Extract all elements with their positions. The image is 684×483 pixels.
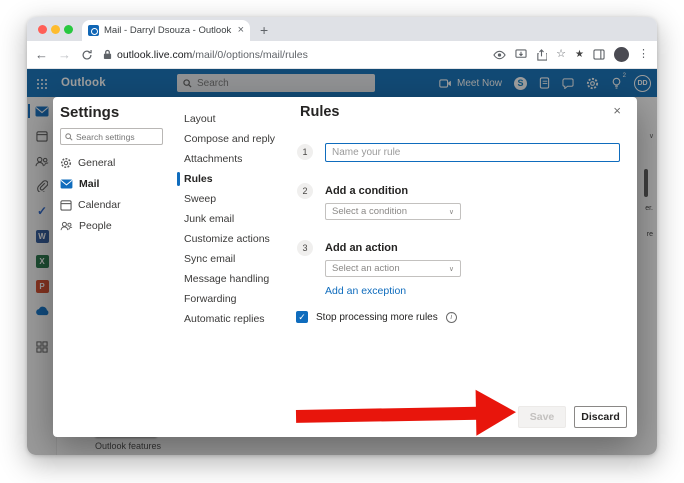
url-domain: outlook.live.com <box>117 49 192 61</box>
tab-close-icon[interactable]: × <box>238 25 244 36</box>
mail-nav-customize[interactable]: Customize actions <box>177 229 282 249</box>
rules-panel-title: Rules <box>300 104 340 120</box>
settings-dialog: × Settings General Mail <box>53 97 637 437</box>
address-bar[interactable]: outlook.live.com/mail/0/options/mail/rul… <box>103 49 483 61</box>
step-2-badge: 2 <box>297 183 313 199</box>
stop-processing-checkbox[interactable]: ✓ <box>296 311 308 323</box>
step-1-badge: 1 <box>297 144 313 160</box>
condition-select[interactable]: Select a condition ∨ <box>325 203 461 220</box>
forward-button[interactable]: → <box>58 48 71 61</box>
browser-window: Mail - Darryl Dsouza - Outlook × + ← → o… <box>27 17 657 455</box>
eye-icon[interactable] <box>493 50 506 60</box>
mail-settings-nav: Layout Compose and reply Attachments Rul… <box>177 109 282 329</box>
mail-nav-sweep[interactable]: Sweep <box>177 189 282 209</box>
tab-title: Mail - Darryl Dsouza - Outlook <box>104 25 233 36</box>
search-icon <box>65 133 73 141</box>
discard-button[interactable]: Discard <box>574 406 627 428</box>
macos-zoom-button[interactable] <box>64 25 73 34</box>
condition-label: Add a condition <box>325 185 408 197</box>
add-exception-link[interactable]: Add an exception <box>325 285 406 297</box>
mail-nav-forwarding[interactable]: Forwarding <box>177 289 282 309</box>
annotation-arrow-shaft <box>296 407 478 423</box>
settings-nav-general[interactable]: General <box>60 152 165 173</box>
settings-nav-mail[interactable]: Mail <box>60 173 165 194</box>
mail-nav-sync[interactable]: Sync email <box>177 249 282 269</box>
calendar-icon <box>60 199 72 211</box>
bookmark-star-icon[interactable]: ☆ <box>556 49 566 60</box>
mail-nav-compose[interactable]: Compose and reply <box>177 129 282 149</box>
reload-button[interactable] <box>81 49 93 61</box>
settings-title: Settings <box>60 104 119 121</box>
settings-search-box[interactable] <box>60 128 163 145</box>
mail-nav-auto-replies[interactable]: Automatic replies <box>177 309 282 329</box>
annotation-arrow <box>296 389 519 439</box>
browser-toolbar: ← → outlook.live.com/mail/0/options/mail… <box>27 41 657 69</box>
action-select[interactable]: Select an action ∨ <box>325 260 461 277</box>
stop-processing-row: ✓ Stop processing more rules i <box>296 311 457 323</box>
save-button[interactable]: Save <box>518 406 566 428</box>
chevron-down-icon: ∨ <box>449 265 454 273</box>
https-lock-icon <box>103 49 112 60</box>
toolbar-actions: ☆ ★ ⋮ <box>493 47 649 62</box>
mail-nav-junk[interactable]: Junk email <box>177 209 282 229</box>
annotation-arrow-head <box>476 389 517 436</box>
pinned-extension-icon[interactable]: ★ <box>575 50 584 60</box>
settings-nav-calendar[interactable]: Calendar <box>60 194 165 215</box>
browser-menu-dots-icon[interactable]: ⋮ <box>638 49 649 60</box>
info-icon[interactable]: i <box>446 312 457 323</box>
settings-nav-people[interactable]: People <box>60 215 165 236</box>
mail-nav-rules[interactable]: Rules <box>177 169 282 189</box>
stop-processing-label: Stop processing more rules <box>316 312 438 323</box>
action-label: Add an action <box>325 242 398 254</box>
browser-profile-avatar[interactable] <box>614 47 629 62</box>
macos-minimize-button[interactable] <box>51 25 60 34</box>
browser-tabstrip: Mail - Darryl Dsouza - Outlook × + <box>27 17 657 41</box>
browser-tab-outlook[interactable]: Mail - Darryl Dsouza - Outlook × <box>82 20 250 41</box>
mail-nav-layout[interactable]: Layout <box>177 109 282 129</box>
install-app-icon[interactable] <box>515 49 527 60</box>
new-tab-button[interactable]: + <box>260 21 268 39</box>
outlook-favicon-icon <box>88 25 99 36</box>
mail-nav-attachments[interactable]: Attachments <box>177 149 282 169</box>
chevron-down-icon: ∨ <box>449 208 454 216</box>
screenshot-root: Mail - Darryl Dsouza - Outlook × + ← → o… <box>0 0 684 483</box>
side-panel-icon[interactable] <box>593 49 605 60</box>
url-path: /mail/0/options/mail/rules <box>192 49 308 61</box>
back-button[interactable]: ← <box>35 48 48 61</box>
macos-close-button[interactable] <box>38 25 47 34</box>
rule-name-input[interactable] <box>325 143 620 162</box>
gear-icon <box>60 157 72 169</box>
settings-nav: General Mail Calendar People <box>60 152 165 236</box>
dialog-close-icon[interactable]: × <box>613 103 621 118</box>
step-3-badge: 3 <box>297 240 313 256</box>
mail-nav-message-handling[interactable]: Message handling <box>177 269 282 289</box>
settings-search-input[interactable] <box>76 132 158 142</box>
people-icon <box>60 221 73 231</box>
mail-icon <box>60 179 73 189</box>
share-icon[interactable] <box>536 49 547 61</box>
